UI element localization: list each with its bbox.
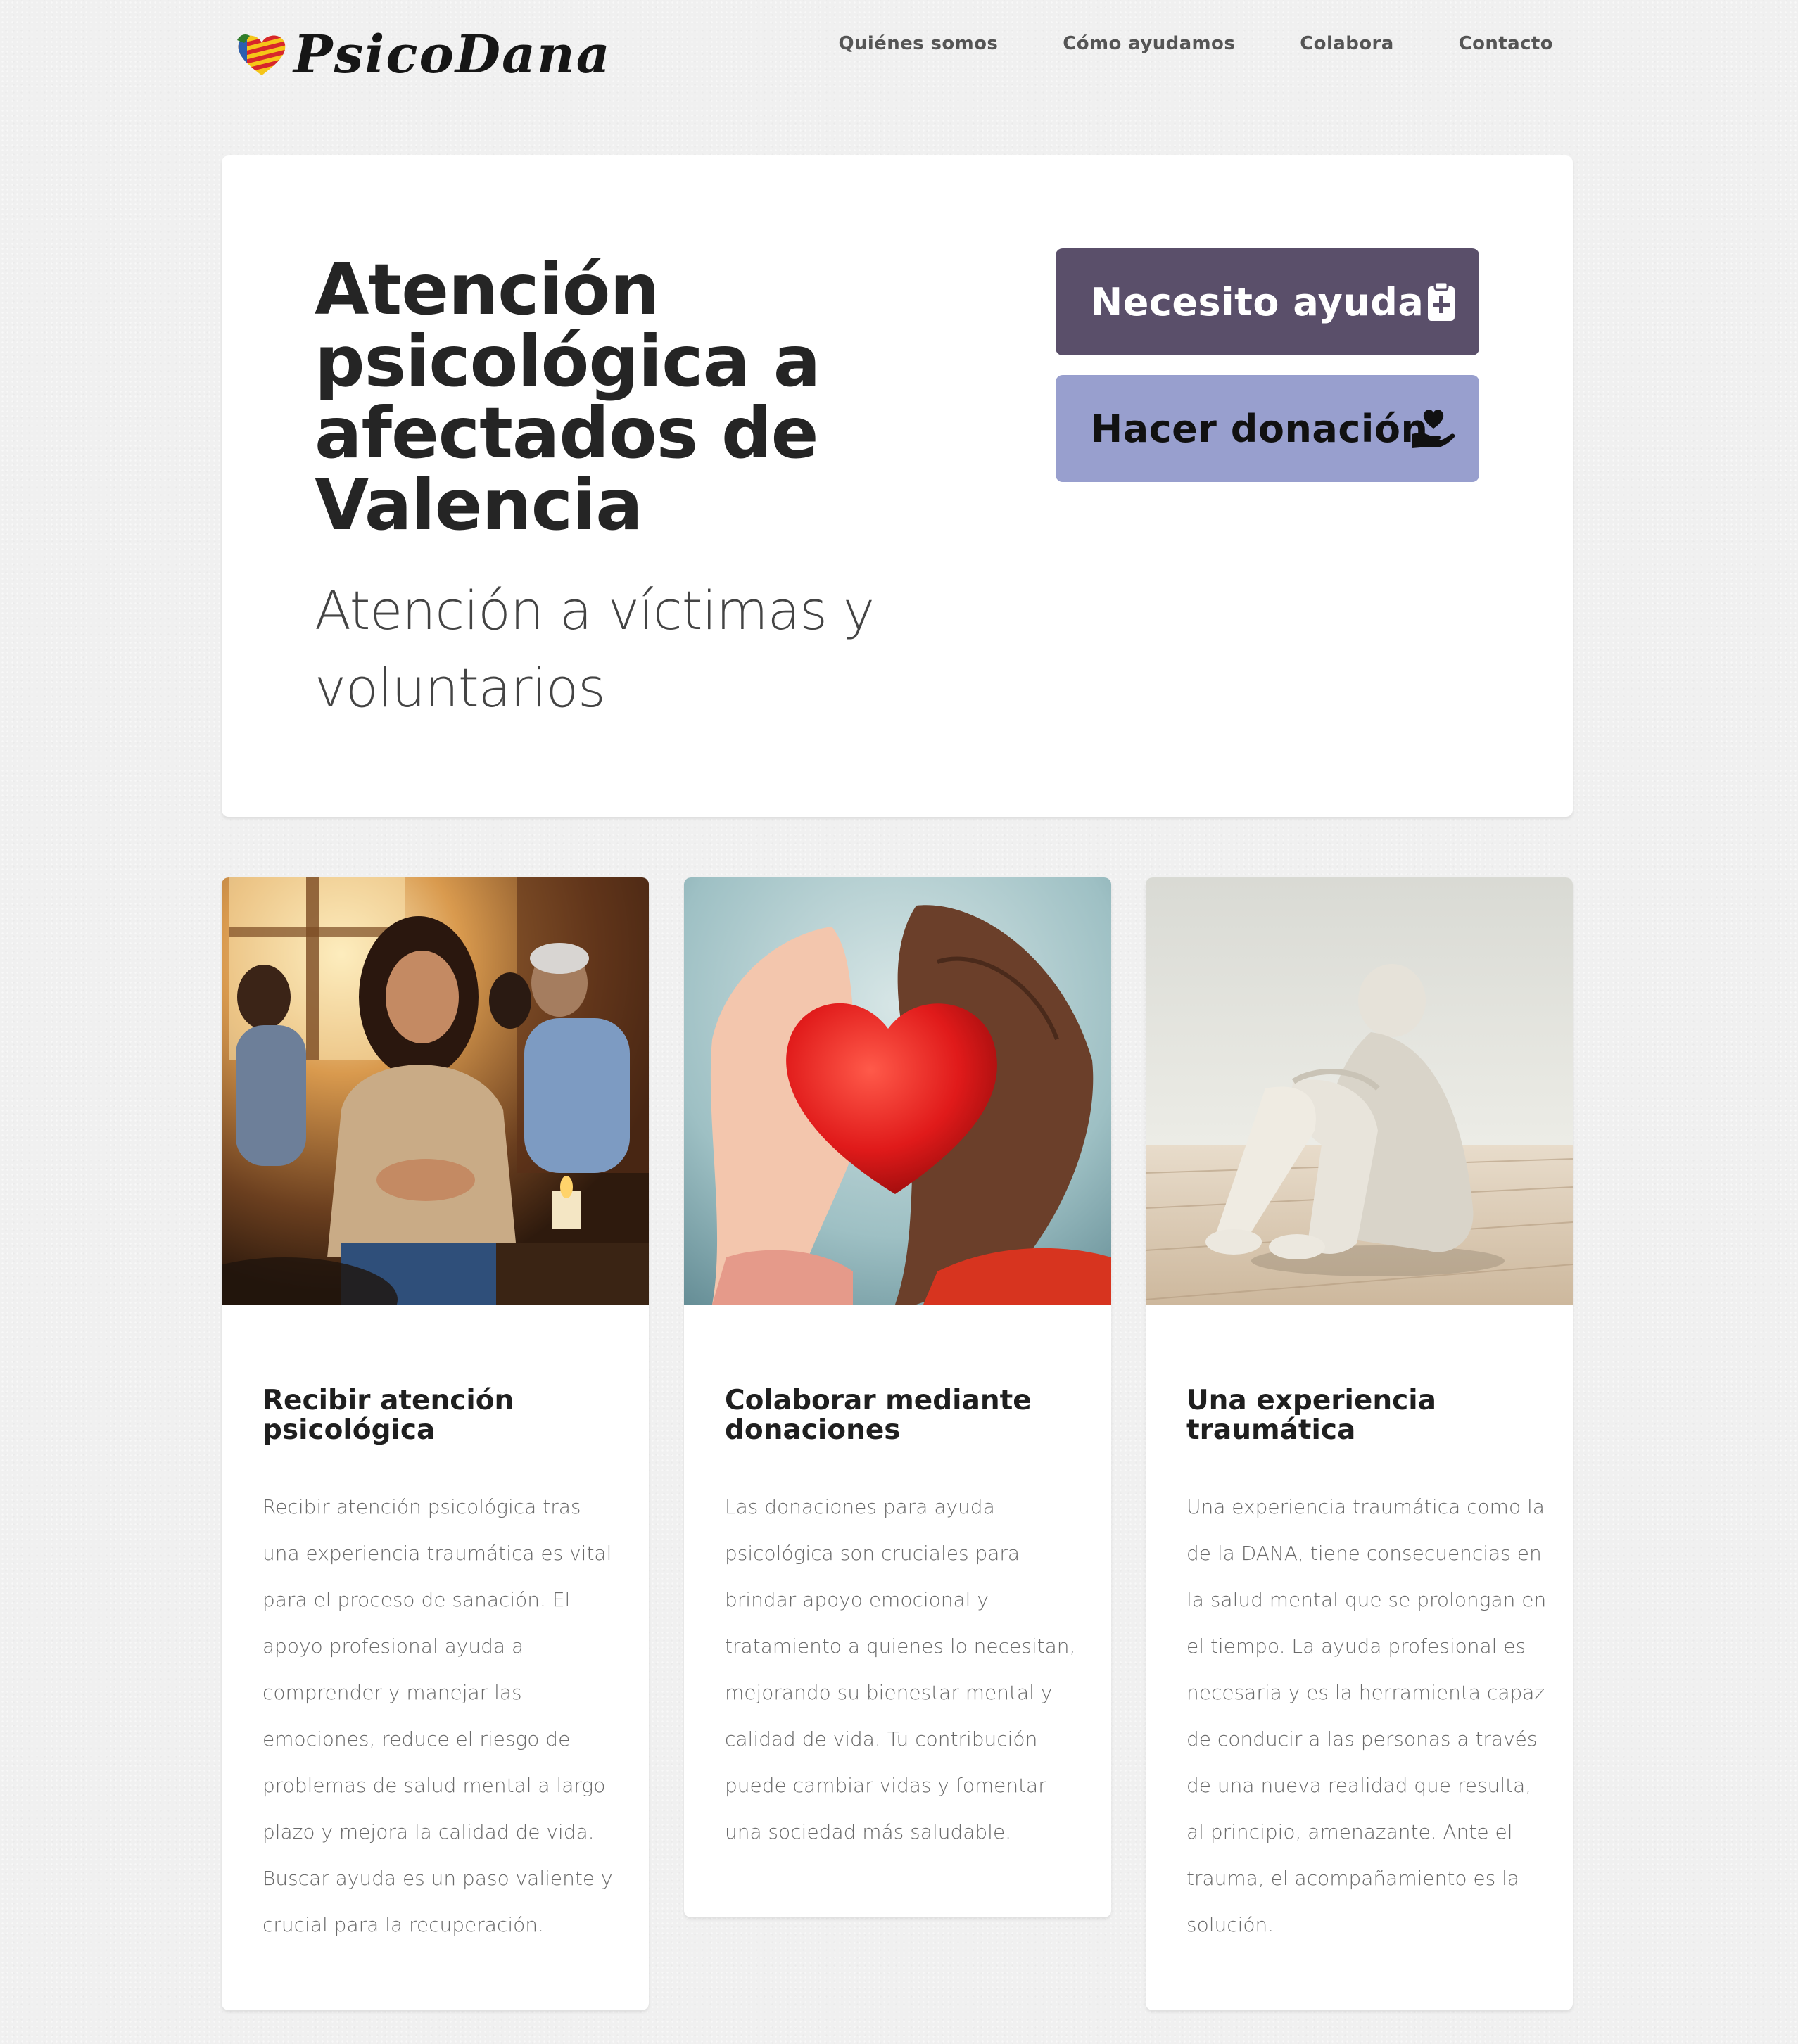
need-help-label: Necesito ayuda [1091,279,1424,324]
card-title: Colaborar mediante donaciones [725,1385,1032,1446]
main-nav: Quiénes somos Cómo ayudamos Colabora Con… [838,28,1553,59]
clipboard-medical-icon [1428,281,1455,321]
card-title: Una experiencia traumática [1186,1385,1436,1446]
nav-item-colabora[interactable]: Colabora [1300,28,1393,59]
nav-item-contacto[interactable]: Contacto [1459,28,1553,59]
card-text: Las donaciones para ayuda psicológica so… [725,1495,1076,1843]
card-text: Una experiencia traumática como la de la… [1186,1495,1547,1936]
nav-item-quienes-somos[interactable]: Quiénes somos [838,28,998,59]
brand-name: PsicoDana [293,25,612,85]
hands-holding-heart-photo [684,877,1111,1305]
site-logo[interactable]: PsicoDana [236,20,612,90]
hero-card: Atención psicológica a afectados de Vale… [222,155,1573,817]
hero-subtitle: Atención a víctimas y voluntarios [315,579,875,719]
need-help-button[interactable]: Necesito ayuda [1056,248,1479,355]
feature-card-trauma: Una experiencia traumática Una experienc… [1146,877,1573,2010]
feature-card-attention: Recibir atención psicológica Recibir ate… [222,877,649,2010]
site-header: PsicoDana Quiénes somos Cómo ayudamos Co… [0,0,1798,106]
card-text: Recibir atención psicológica tras una ex… [262,1495,613,1936]
hero-title: Atención psicológica a afectados de Vale… [315,248,821,546]
group-therapy-photo [222,877,649,1305]
hand-holding-heart-icon [1412,410,1455,448]
donate-label: Hacer donación [1091,406,1429,451]
feature-card-donations: Colaborar mediante donaciones Las donaci… [684,877,1111,1917]
valencia-heart-icon [237,34,286,75]
sitting-figure-photo [1146,877,1573,1305]
donate-button[interactable]: Hacer donación [1056,375,1479,482]
card-title: Recibir atención psicológica [262,1385,514,1446]
nav-item-como-ayudamos[interactable]: Cómo ayudamos [1063,28,1235,59]
